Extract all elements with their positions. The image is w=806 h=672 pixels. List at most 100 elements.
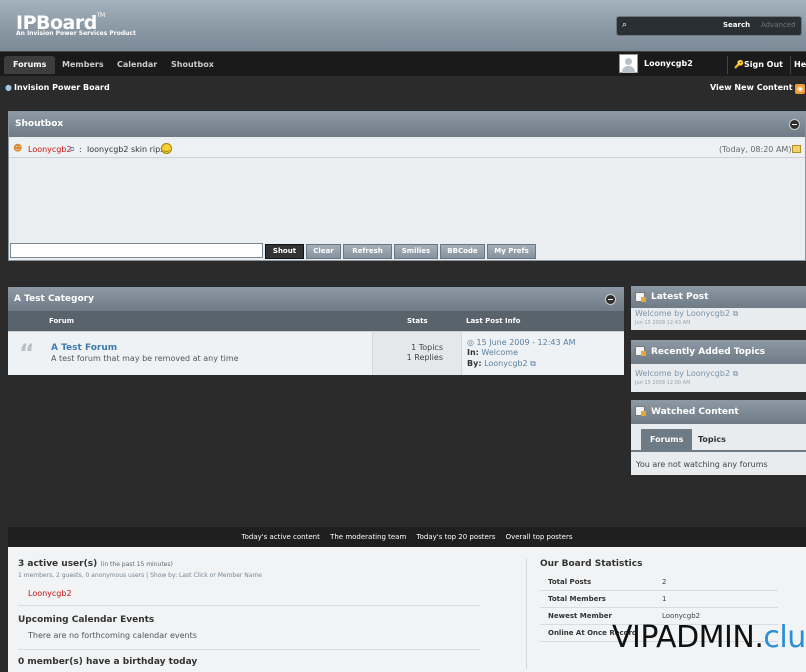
- topics-count: 1 Topics: [411, 343, 443, 352]
- external-link-icon[interactable]: ⧉: [733, 369, 739, 378]
- user-icon: ☻: [13, 144, 23, 154]
- last-post-user-link[interactable]: Loonycgb2: [484, 359, 528, 368]
- last-post-date-text: 15 June 2009 - 12:43 AM: [476, 338, 576, 347]
- latest-post-link[interactable]: Welcome: [635, 309, 672, 318]
- stat-label: Newest Member: [548, 612, 612, 620]
- watched-content-title: Watched Content: [651, 407, 739, 417]
- divider: [18, 605, 480, 606]
- sign-out-label: Sign Out: [743, 60, 783, 69]
- user-name[interactable]: Loonycgb2: [644, 59, 693, 68]
- column-stats: Stats: [407, 317, 428, 325]
- shout-button[interactable]: Shout: [265, 244, 304, 259]
- forum-description: A test forum that may be removed at any …: [51, 354, 239, 363]
- stat-label: Total Members: [548, 595, 606, 603]
- latest-post-header: Latest Post: [631, 286, 806, 308]
- shoutbox-header: Shoutbox: [9, 112, 805, 137]
- tab-members[interactable]: Members: [53, 56, 113, 74]
- key-icon: 🔑: [734, 60, 744, 69]
- board-stats-title: Our Board Statistics: [540, 559, 643, 569]
- breadcrumb[interactable]: ● Invision Power Board: [5, 83, 110, 92]
- active-user-link[interactable]: Loonycgb2: [28, 589, 72, 598]
- forum-read-icon[interactable]: “: [19, 340, 35, 366]
- calendar-events-title: Upcoming Calendar Events: [18, 615, 155, 625]
- by-text: by: [674, 369, 684, 378]
- logo-subtitle: An Invision Power Services Product: [16, 30, 136, 37]
- smilies-button[interactable]: Smilies: [394, 244, 438, 259]
- smiley-icon: ‿: [161, 143, 172, 154]
- avatar[interactable]: [619, 54, 638, 73]
- column-last-post: Last Post Info: [466, 317, 521, 325]
- link-moderating-team[interactable]: The moderating team: [330, 533, 406, 541]
- stat-row-total-posts: Total Posts 2: [540, 574, 778, 591]
- stat-value: 1: [662, 595, 667, 603]
- sign-out-button[interactable]: 🔑Sign Out: [727, 56, 789, 74]
- search-box[interactable]: ⌕ Search Advanced: [616, 16, 802, 36]
- my-prefs-button[interactable]: My Prefs: [487, 244, 536, 259]
- recent-topic-link[interactable]: Welcome: [635, 369, 672, 378]
- latest-post-date: Jun 15 2009 12:43 AM: [635, 320, 691, 326]
- tab-underline: [631, 450, 806, 452]
- search-icon: ⌕: [622, 20, 628, 30]
- tab-shoutbox[interactable]: Shoutbox: [162, 56, 223, 74]
- last-post-in: In: Welcome: [467, 348, 518, 357]
- view-new-content-link[interactable]: View New Content: [710, 83, 793, 92]
- link-top-20-posters[interactable]: Today's top 20 posters: [417, 533, 496, 541]
- external-link-icon[interactable]: ⧉: [733, 309, 739, 318]
- link-overall-top-posters[interactable]: Overall top posters: [506, 533, 573, 541]
- logo-tm: TM: [96, 12, 105, 19]
- tab-calendar[interactable]: Calendar: [108, 56, 166, 74]
- user-menu[interactable]: Loonycgb2: [616, 52, 726, 77]
- shout-input[interactable]: [10, 243, 263, 258]
- active-users-title: 3 active user(s) (in the past 15 minutes…: [18, 559, 173, 569]
- collapse-icon[interactable]: [789, 119, 800, 130]
- home-icon: ●: [5, 83, 12, 92]
- active-users-note: (in the past 15 minutes): [100, 561, 173, 568]
- help-link[interactable]: Help: [790, 56, 806, 74]
- watched-content-block: Watched Content Forums Topics You are no…: [631, 400, 806, 475]
- forum-title[interactable]: A Test Forum: [51, 343, 117, 353]
- stat-label: Total Posts: [548, 578, 592, 586]
- forum-row: “ A Test Forum A test forum that may be …: [8, 331, 624, 375]
- column-headers: Forum Stats Last Post Info: [8, 311, 624, 331]
- search-button[interactable]: Search: [723, 21, 750, 29]
- category-title[interactable]: A Test Category: [14, 294, 94, 304]
- tab-watched-forums[interactable]: Forums: [641, 429, 693, 450]
- avatar-body: [622, 66, 635, 73]
- latest-post-entry: Welcome by Loonycgb2 ⧉: [635, 309, 738, 319]
- external-link-icon[interactable]: ⧉: [70, 146, 74, 154]
- watched-message: You are not watching any forums: [636, 460, 768, 469]
- shout-user[interactable]: Loonycgb2: [28, 145, 72, 154]
- by-label: By:: [467, 359, 482, 368]
- recent-topic-user[interactable]: Loonycgb2: [687, 369, 731, 378]
- clear-button[interactable]: Clear: [306, 244, 341, 259]
- link-todays-active[interactable]: Today's active content: [242, 533, 320, 541]
- refresh-button[interactable]: Refresh: [343, 244, 392, 259]
- post-icon: [635, 292, 646, 302]
- rss-icon[interactable]: ◉: [795, 84, 805, 94]
- shout-colon: :: [79, 145, 82, 154]
- external-link-icon[interactable]: ⧉: [530, 359, 536, 368]
- watched-content-header: Watched Content: [631, 400, 806, 424]
- tab-forums[interactable]: Forums: [4, 56, 56, 74]
- last-post-topic-link[interactable]: Welcome: [481, 348, 518, 357]
- post-icon: [635, 346, 646, 356]
- recent-topics-title: Recently Added Topics: [651, 347, 766, 357]
- tab-watched-topics[interactable]: Topics: [689, 429, 735, 450]
- post-icon: [635, 406, 646, 416]
- collapse-icon[interactable]: [605, 294, 616, 305]
- replies-count: 1 Replies: [406, 353, 443, 362]
- latest-post-user[interactable]: Loonycgb2: [687, 309, 731, 318]
- advanced-search-link[interactable]: Advanced: [761, 21, 796, 29]
- shout-message: loonycgb2 skin rips: [87, 145, 165, 154]
- watermark-accent: club: [763, 620, 806, 655]
- comment-icon[interactable]: [792, 145, 801, 153]
- latest-post-title: Latest Post: [651, 292, 709, 302]
- goto-post-icon: ◎: [467, 338, 477, 347]
- active-users-count: 3 active user(s): [18, 559, 98, 569]
- shout-row: ☻ Loonycgb2 ⧉ : loonycgb2 skin rips ‿ (T…: [9, 140, 805, 158]
- last-post-date[interactable]: ◎ 15 June 2009 - 12:43 AM: [467, 338, 576, 347]
- bbcode-button[interactable]: BBCode: [440, 244, 485, 259]
- breadcrumb-label: Invision Power Board: [13, 83, 110, 92]
- by-text: by: [674, 309, 684, 318]
- watermark: VIPADMIN.club: [612, 620, 806, 655]
